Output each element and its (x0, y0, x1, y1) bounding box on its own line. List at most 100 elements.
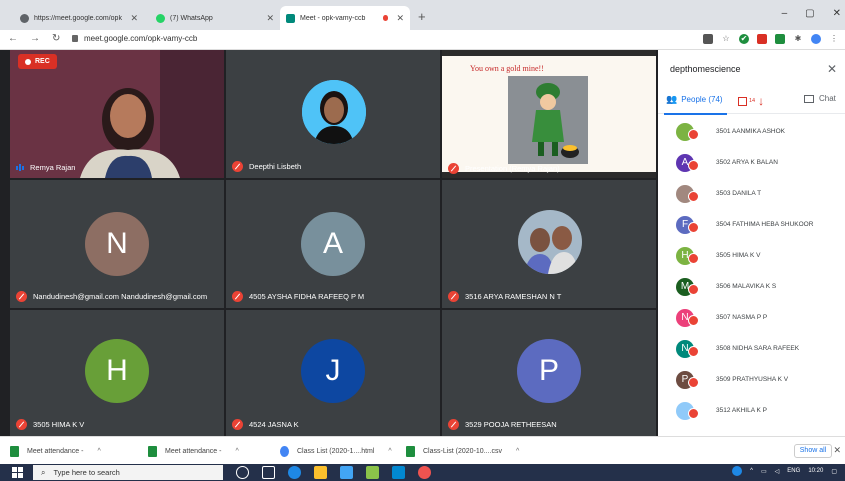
list-item[interactable]: H 3505 HIMA K V (658, 240, 845, 271)
downloads-bar: Meet attendance - ^ Meet attendance - ^ … (0, 436, 845, 464)
extension-icon[interactable] (757, 34, 767, 44)
participant-avatar: J (301, 339, 365, 403)
list-item[interactable]: M 3506 MALAVIKA K S (658, 271, 845, 302)
chrome-icon[interactable] (418, 466, 431, 479)
download-item[interactable]: Class List (2020-1....html ^ (280, 444, 392, 458)
people-icon: 👥 (666, 94, 678, 104)
file-explorer-icon[interactable] (314, 466, 327, 479)
whatsapp-icon (156, 13, 165, 23)
attendance-extension-button[interactable]: 14 ↓ (738, 94, 764, 108)
browser-tab-active[interactable]: Meet - opk-vamy-ccb ✕ (280, 6, 410, 30)
list-item[interactable]: F 3504 FATHIMA HEBA SHUKOOR (658, 209, 845, 240)
list-item[interactable]: 3503 DANILA T (658, 178, 845, 209)
download-item[interactable]: Meet attendance - ^ (148, 444, 239, 458)
close-window-button[interactable]: ✕ (833, 8, 841, 19)
mic-off-icon (688, 253, 699, 264)
camera-icon[interactable] (703, 34, 713, 44)
download-filename: Meet attendance - (27, 447, 84, 455)
list-item[interactable]: P 3509 PRATHYUSHA K V (658, 364, 845, 395)
task-view-icon[interactable] (262, 466, 275, 479)
download-item[interactable]: Meet attendance - ^ (10, 444, 101, 458)
recording-badge: REC (18, 54, 57, 69)
participant-tile[interactable]: A 4505 AYSHA FIDHA RAFEEQ P M (226, 180, 440, 308)
check-extension-icon[interactable]: ✔ (739, 34, 749, 44)
close-panel-icon[interactable]: ✕ (827, 62, 837, 76)
participant-label: Presentation (Remya Rajan) (448, 163, 560, 174)
meet-icon (286, 13, 295, 23)
edge-icon[interactable] (288, 466, 301, 479)
menu-icon[interactable]: ⋮ (829, 34, 839, 44)
profile-avatar[interactable] (811, 34, 821, 44)
maximize-button[interactable]: ▢ (805, 8, 814, 19)
profile-photo-image (518, 210, 582, 274)
list-item[interactable]: N 3508 NIDHA SARA RAFEEK (658, 333, 845, 364)
speaking-icon (16, 164, 24, 171)
browser-tab[interactable]: https://meet.google.com/opk-va ✕ (14, 6, 144, 30)
chevron-up-icon[interactable]: ^ (235, 448, 238, 455)
mic-off-icon (232, 291, 243, 302)
browser-tab[interactable]: (7) WhatsApp ✕ (150, 6, 280, 30)
extension-icon[interactable] (775, 34, 785, 44)
reload-button[interactable]: ↻ (52, 33, 60, 44)
tab-people-label: People (74) (681, 95, 723, 104)
help-icon[interactable] (732, 466, 743, 476)
new-tab-button[interactable]: + (418, 10, 426, 23)
participant-name: 3504 FATHIMA HEBA SHUKOOR (716, 221, 814, 228)
participant-avatar: H (85, 339, 149, 403)
puzzle-icon[interactable]: ✱ (793, 34, 803, 44)
close-icon[interactable]: ✕ (833, 445, 841, 456)
mic-off-icon (688, 346, 699, 357)
participant-tile[interactable]: J 4524 JASNA K (226, 310, 440, 436)
url-field[interactable]: meet.google.com/opk-vamy-ccb (72, 34, 197, 43)
chevron-up-icon[interactable]: ^ (750, 468, 753, 474)
minimize-button[interactable]: – (782, 8, 788, 19)
list-item[interactable]: N 3507 NASMA P P (658, 302, 845, 333)
forward-button[interactable]: → (30, 33, 40, 44)
language-indicator[interactable]: ENG (787, 468, 800, 474)
participant-avatar: A (301, 212, 365, 276)
store-icon[interactable] (340, 466, 353, 479)
network-icon[interactable]: ▭ (761, 468, 767, 475)
participant-tile[interactable]: REC Remya Rajan (10, 50, 224, 178)
notification-icon[interactable]: ▢ (831, 468, 837, 475)
presentation-tile[interactable]: You own a gold mine!! Presentation (Remy… (442, 50, 656, 178)
close-icon[interactable]: ✕ (130, 13, 138, 24)
app-icon[interactable] (392, 466, 405, 479)
tab-people[interactable]: 👥 People (74) (664, 94, 727, 115)
mic-off-icon (688, 129, 699, 140)
windows-taskbar: ⌕ Type here to search ^ ▭ ◁ ENG 10:20 ▢ (0, 464, 845, 481)
tab-chat[interactable]: Chat (804, 94, 836, 103)
participant-tile[interactable]: P 3529 POOJA RETHEESAN (442, 310, 656, 436)
star-icon[interactable]: ☆ (721, 34, 731, 44)
app-icon[interactable] (366, 466, 379, 479)
volume-icon[interactable]: ◁ (775, 468, 780, 475)
participant-name: 3503 DANILA T (716, 190, 762, 197)
chevron-up-icon[interactable]: ^ (388, 448, 391, 455)
windows-start-icon[interactable] (12, 467, 23, 478)
show-all-button[interactable]: Show all (794, 444, 832, 458)
tab-title: (7) WhatsApp (170, 14, 213, 22)
list-item[interactable]: 3501 AANMIKA ASHOK (658, 116, 845, 147)
participant-tile[interactable]: N Nandudinesh@gmail.com Nandudinesh@gmai… (10, 180, 224, 308)
chevron-up-icon[interactable]: ^ (97, 448, 100, 455)
mic-off-icon (16, 291, 27, 302)
back-button[interactable]: ← (8, 33, 18, 44)
list-item[interactable]: 3512 AKHILA K P (658, 395, 845, 426)
participant-tile[interactable]: 3516 ARYA RAMESHAN N T (442, 180, 656, 308)
taskbar-search-input[interactable]: ⌕ Type here to search (33, 465, 223, 480)
close-icon[interactable]: ✕ (396, 13, 404, 24)
participant-name: 3507 NASMA P P (716, 314, 768, 321)
participant-avatar: P (517, 339, 581, 403)
cortana-icon[interactable] (236, 466, 249, 479)
download-item[interactable]: Class-List (2020-10....csv ^ (406, 444, 519, 458)
participant-name: 3506 MALAVIKA K S (716, 283, 777, 290)
people-panel: depthomescience ✕ 👥 People (74) 14 ↓ Cha… (658, 50, 845, 436)
clock[interactable]: 10:20 (808, 468, 823, 474)
list-item[interactable]: A 3502 ARYA K BALAN (658, 147, 845, 178)
participant-tile[interactable]: Deepthi Lisbeth (226, 50, 440, 178)
chevron-up-icon[interactable]: ^ (516, 448, 519, 455)
close-icon[interactable]: ✕ (266, 13, 274, 24)
participant-name: 3505 HIMA K V (716, 252, 761, 259)
participant-tile[interactable]: H 3505 HIMA K V (10, 310, 224, 436)
mic-off-icon (16, 419, 27, 430)
